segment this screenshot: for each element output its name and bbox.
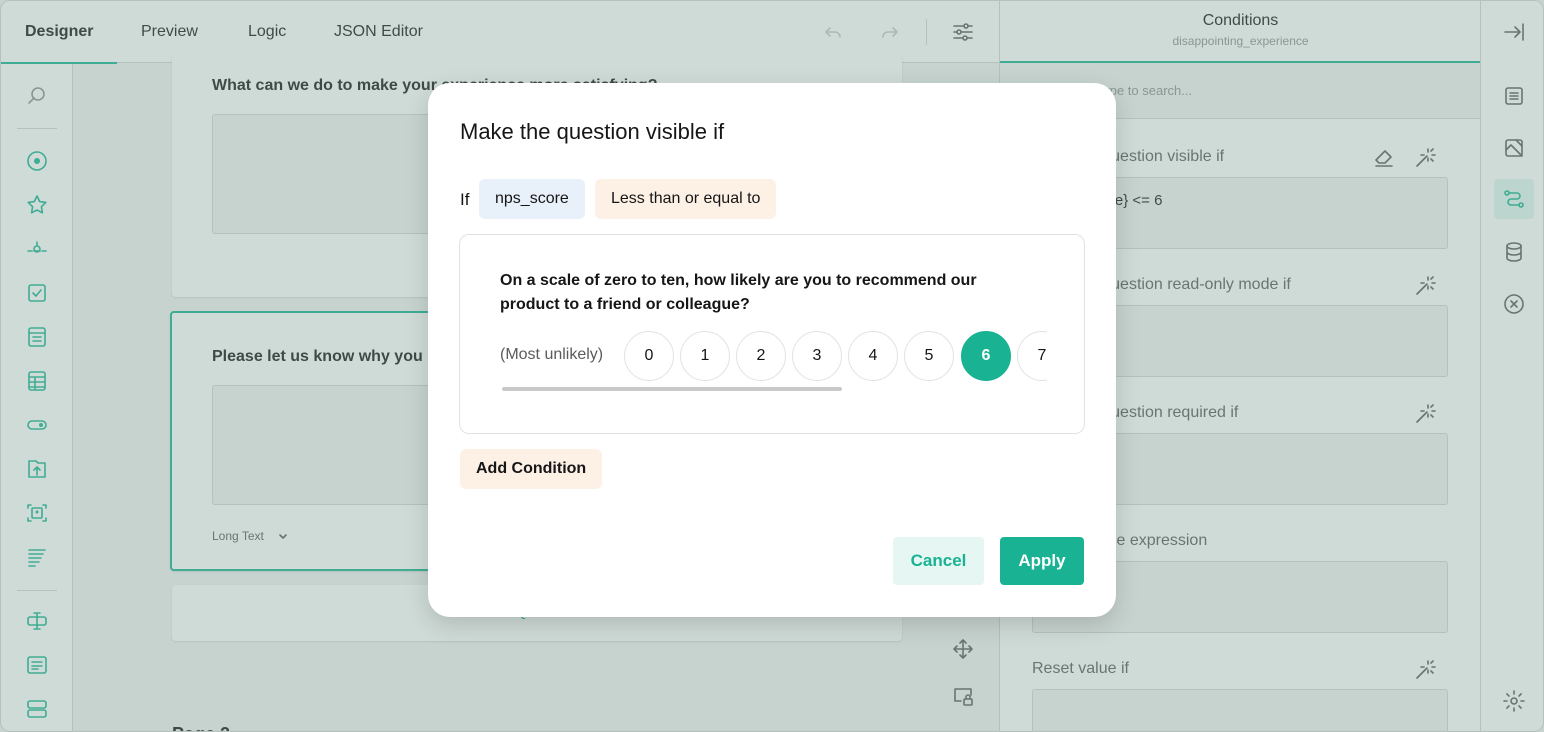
question-selector-chip[interactable]: nps_score [479, 179, 585, 219]
rating-item-7[interactable]: 7 [1017, 331, 1047, 381]
condition-value-box: On a scale of zero to ten, how likely ar… [459, 234, 1085, 434]
operator-selector-chip[interactable]: Less than or equal to [595, 179, 777, 219]
condition-dialog: Make the question visible if If nps_scor… [428, 83, 1116, 617]
cancel-button[interactable]: Cancel [893, 537, 984, 585]
if-label: If [460, 190, 470, 209]
rating-min-label: (Most unlikely) [500, 346, 604, 363]
rating-scale: 0 1 2 3 4 5 6 7 [624, 331, 1047, 381]
add-condition-button[interactable]: Add Condition [460, 449, 603, 489]
dialog-title: Make the question visible if [460, 119, 725, 144]
horizontal-scrollbar[interactable] [502, 387, 842, 391]
rating-item-0[interactable]: 0 [624, 331, 674, 381]
rating-item-2[interactable]: 2 [736, 331, 786, 381]
rating-item-3[interactable]: 3 [792, 331, 842, 381]
apply-button[interactable]: Apply [1000, 537, 1084, 585]
rating-item-5[interactable]: 5 [904, 331, 954, 381]
rating-item-6-selected[interactable]: 6 [961, 331, 1011, 381]
rating-item-1[interactable]: 1 [680, 331, 730, 381]
question-text: On a scale of zero to ten, how likely ar… [500, 272, 977, 313]
rating-item-4[interactable]: 4 [848, 331, 898, 381]
